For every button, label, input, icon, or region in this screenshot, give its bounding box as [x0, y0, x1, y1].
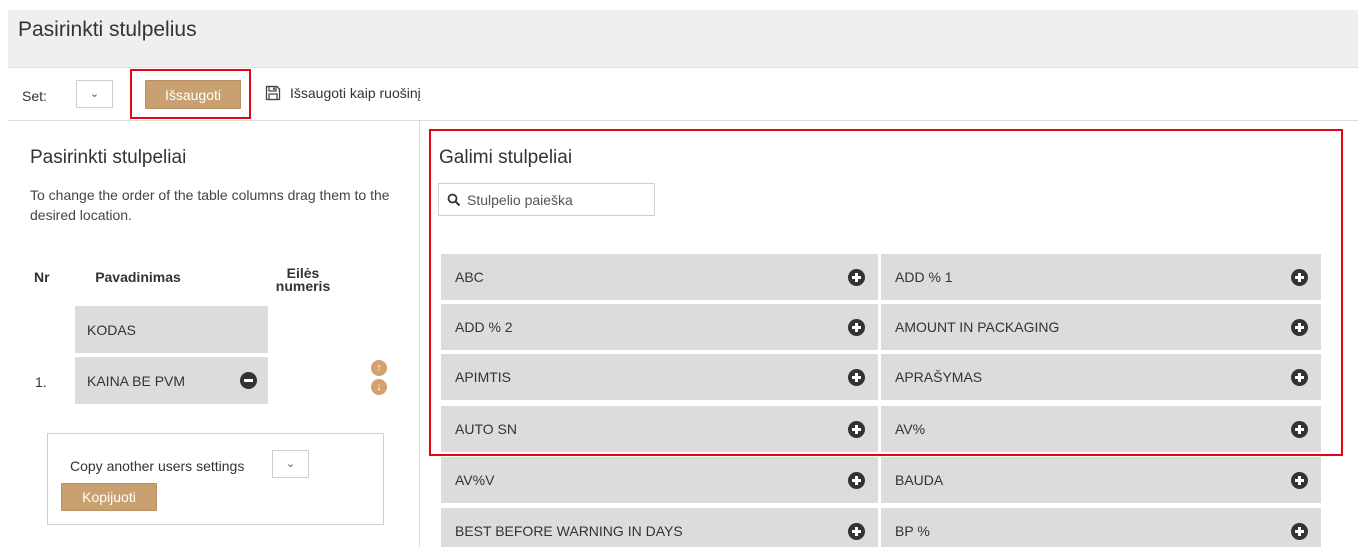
row-number: 1.: [35, 374, 47, 390]
chevron-down-icon: ⌄: [285, 458, 296, 470]
title-bar: Pasirinkti stulpelius: [8, 10, 1358, 68]
remove-icon[interactable]: [240, 372, 257, 389]
available-column-item[interactable]: AV%: [881, 406, 1321, 452]
column-search-input[interactable]: [438, 183, 655, 216]
available-column-item[interactable]: BAUDA: [881, 457, 1321, 503]
add-icon[interactable]: [1291, 319, 1308, 336]
header-name: Pavadinimas: [95, 269, 181, 285]
drag-hint: To change the order of the table columns…: [30, 187, 390, 223]
add-icon[interactable]: [848, 369, 865, 386]
page-title: Pasirinkti stulpelius: [18, 18, 197, 41]
chevron-down-icon: ⌄: [89, 88, 100, 100]
search-icon: [447, 193, 461, 207]
available-column-item[interactable]: APRAŠYMAS: [881, 354, 1321, 400]
add-icon[interactable]: [848, 472, 865, 489]
add-icon[interactable]: [1291, 523, 1308, 540]
add-icon[interactable]: [848, 319, 865, 336]
selected-column-kaina[interactable]: KAINA BE PVM: [75, 357, 268, 404]
add-icon[interactable]: [1291, 472, 1308, 489]
add-icon[interactable]: [848, 523, 865, 540]
copy-button[interactable]: Kopijuoti: [61, 483, 157, 511]
save-draft-link[interactable]: Išsaugoti kaip ruošinį: [265, 85, 421, 101]
save-button[interactable]: Išsaugoti: [145, 80, 241, 109]
selected-columns-title: Pasirinkti stulpeliai: [30, 147, 187, 168]
available-column-item[interactable]: ABC: [441, 254, 878, 300]
add-icon[interactable]: [1291, 269, 1308, 286]
available-column-item[interactable]: ADD % 2: [441, 304, 878, 350]
available-columns-panel: Galimi stulpeliai ABC ADD % 1 ADD % 2 AM…: [421, 121, 1358, 547]
available-column-item[interactable]: APIMTIS: [441, 354, 878, 400]
available-column-item[interactable]: ADD % 1: [881, 254, 1321, 300]
header-order: Eilės numeris: [275, 265, 331, 294]
add-icon[interactable]: [848, 421, 865, 438]
selected-column-kodas[interactable]: KODAS: [75, 306, 268, 353]
add-icon[interactable]: [1291, 369, 1308, 386]
available-column-item[interactable]: AUTO SN: [441, 406, 878, 452]
set-label: Set:: [22, 88, 47, 104]
arrow-up-icon[interactable]: ↑: [371, 360, 387, 376]
available-column-item[interactable]: BEST BEFORE WARNING IN DAYS: [441, 508, 878, 547]
toolbar: Set: ⌄ Išsaugoti Išsaugoti kaip ruošinį: [8, 69, 1358, 121]
available-column-item[interactable]: AV%V: [441, 457, 878, 503]
save-draft-label: Išsaugoti kaip ruošinį: [290, 85, 421, 101]
available-columns-title: Galimi stulpeliai: [439, 147, 573, 168]
copy-user-select[interactable]: ⌄: [272, 450, 309, 478]
arrow-down-icon[interactable]: ↓: [371, 379, 387, 395]
header-nr: Nr: [34, 269, 50, 285]
selected-columns-panel: Pasirinkti stulpeliai To change the orde…: [8, 121, 420, 547]
set-select[interactable]: ⌄: [76, 80, 113, 108]
available-column-item[interactable]: AMOUNT IN PACKAGING: [881, 304, 1321, 350]
add-icon[interactable]: [1291, 421, 1308, 438]
copy-settings-box: Copy another users settings ⌄ Kopijuoti: [47, 433, 384, 525]
add-icon[interactable]: [848, 269, 865, 286]
available-column-item[interactable]: BP %: [881, 508, 1321, 547]
copy-settings-label: Copy another users settings: [70, 458, 245, 474]
floppy-disk-icon: [265, 85, 281, 101]
